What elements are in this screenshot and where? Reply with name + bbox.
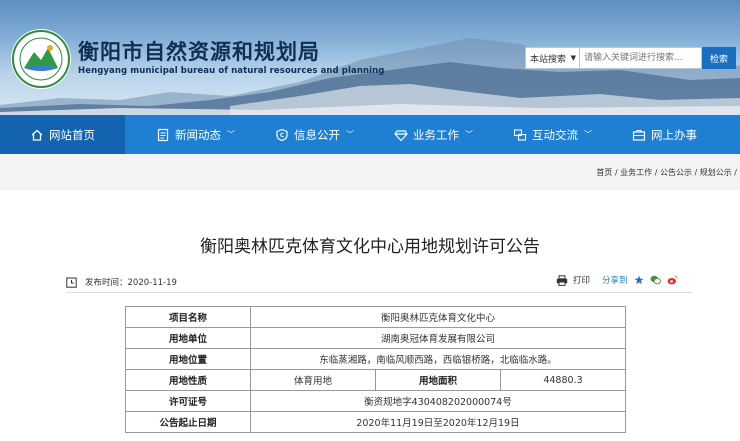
diamond-icon xyxy=(394,128,408,142)
cell-key: 许可证号 xyxy=(125,390,251,412)
permit-info-table: 项目名称 衡阳奥林匹克体育文化中心 用地单位 湖南奥冠体育发展有限公司 用地位置… xyxy=(125,306,626,433)
publish-date: 发布时间：2020-11-19 xyxy=(85,278,177,288)
publish-meta: 发布时间：2020-11-19 xyxy=(66,276,177,288)
article-title: 衡阳奥林匹克体育文化中心用地规划许可公告 xyxy=(200,237,540,257)
chevron-down-icon: ﹀ xyxy=(465,130,473,139)
nav-label: 互动交流 xyxy=(532,127,578,142)
article-tools: 打印 分享到 xyxy=(556,274,684,286)
chevron-down-icon: ﹀ xyxy=(227,130,235,139)
search-button[interactable]: 检索 xyxy=(702,47,736,69)
chevron-down-icon: ﹀ xyxy=(584,130,592,139)
share-label: 分享到 xyxy=(602,276,628,286)
news-icon xyxy=(156,128,170,142)
main-nav: 网站首页 新闻动态 ﹀ 信息公开 ﹀ 业务工作 ﹀ 互动交流 ﹀ 网上办事 xyxy=(0,115,740,154)
nav-item-home[interactable]: 网站首页 xyxy=(0,115,125,154)
cell-value: 衡阳奥林匹克体育文化中心 xyxy=(250,306,626,328)
cell-key: 用地单位 xyxy=(125,327,251,349)
table-row: 公告起止日期 2020年11月19日至2020年12月19日 xyxy=(125,411,626,433)
cell-key: 项目名称 xyxy=(125,306,251,328)
nav-label: 网站首页 xyxy=(49,127,95,142)
cell-value: 44880.3 xyxy=(500,369,626,391)
search-scope-label: 本站搜索 xyxy=(530,54,567,65)
cell-key: 公告起止日期 xyxy=(125,411,251,433)
weibo-icon[interactable] xyxy=(667,275,678,285)
site-subtitle: Hengyang municipal bureau of natural res… xyxy=(78,66,385,76)
breadcrumb[interactable]: 首页 / 业务工作 / 公告公示 / 规划公示 / xyxy=(596,167,737,178)
search-scope-select[interactable]: 本站搜索 ▼ xyxy=(525,47,580,69)
cell-value: 湖南奥冠体育发展有限公司 xyxy=(250,327,626,349)
nav-label: 网上办事 xyxy=(651,127,697,142)
cell-value: 衡资规地字430408202000074号 xyxy=(250,390,626,412)
table-row: 用地性质 体育用地 用地面积 44880.3 xyxy=(125,369,626,391)
table-row: 项目名称 衡阳奥林匹克体育文化中心 xyxy=(125,306,626,328)
search-input[interactable] xyxy=(580,47,702,69)
header-banner: 衡阳市自然资源和规划局 Hengyang municipal bureau of… xyxy=(0,0,740,115)
bureau-logo xyxy=(11,29,71,89)
cell-key: 用地面积 xyxy=(375,369,501,391)
nav-item-business[interactable]: 业务工作 ﹀ xyxy=(394,115,473,154)
cell-key: 用地性质 xyxy=(125,369,251,391)
print-icon[interactable] xyxy=(556,274,568,286)
nav-label: 新闻动态 xyxy=(175,127,221,142)
page: 衡阳市自然资源和规划局 Hengyang municipal bureau of… xyxy=(0,0,740,441)
wechat-icon[interactable] xyxy=(650,275,661,285)
calendar-icon xyxy=(66,277,77,288)
chevron-down-icon: ﹀ xyxy=(346,130,354,139)
qzone-star-icon[interactable] xyxy=(634,275,644,285)
interact-icon xyxy=(513,128,527,142)
table-row: 用地位置 东临蒸湘路，南临风顺西路，西临银桥路，北临临水路。 xyxy=(125,348,626,370)
nav-item-info[interactable]: 信息公开 ﹀ xyxy=(275,115,354,154)
nav-item-news[interactable]: 新闻动态 ﹀ xyxy=(156,115,235,154)
nav-item-online-service[interactable]: 网上办事 xyxy=(632,115,697,154)
table-row: 许可证号 衡资规地字430408202000074号 xyxy=(125,390,626,412)
meta-divider xyxy=(66,292,692,293)
nav-item-interact[interactable]: 互动交流 ﹀ xyxy=(513,115,592,154)
nav-label: 业务工作 xyxy=(413,127,459,142)
briefcase-icon xyxy=(632,128,646,142)
search-bar: 本站搜索 ▼ 检索 xyxy=(525,47,736,69)
article-panel: 衡阳奥林匹克体育文化中心用地规划许可公告 发布时间：2020-11-19 打印 … xyxy=(0,190,740,441)
caret-down-icon: ▼ xyxy=(570,54,576,62)
site-title: 衡阳市自然资源和规划局 xyxy=(78,40,320,64)
home-icon xyxy=(30,128,44,142)
nav-label: 信息公开 xyxy=(294,127,340,142)
cell-value: 东临蒸湘路，南临风顺西路，西临银桥路，北临临水路。 xyxy=(250,348,626,370)
print-link[interactable]: 打印 xyxy=(573,274,590,286)
table-row: 用地单位 湖南奥冠体育发展有限公司 xyxy=(125,327,626,349)
info-icon xyxy=(275,128,289,142)
cell-key: 用地位置 xyxy=(125,348,251,370)
cell-value: 2020年11月19日至2020年12月19日 xyxy=(250,411,626,433)
cell-value: 体育用地 xyxy=(250,369,376,391)
